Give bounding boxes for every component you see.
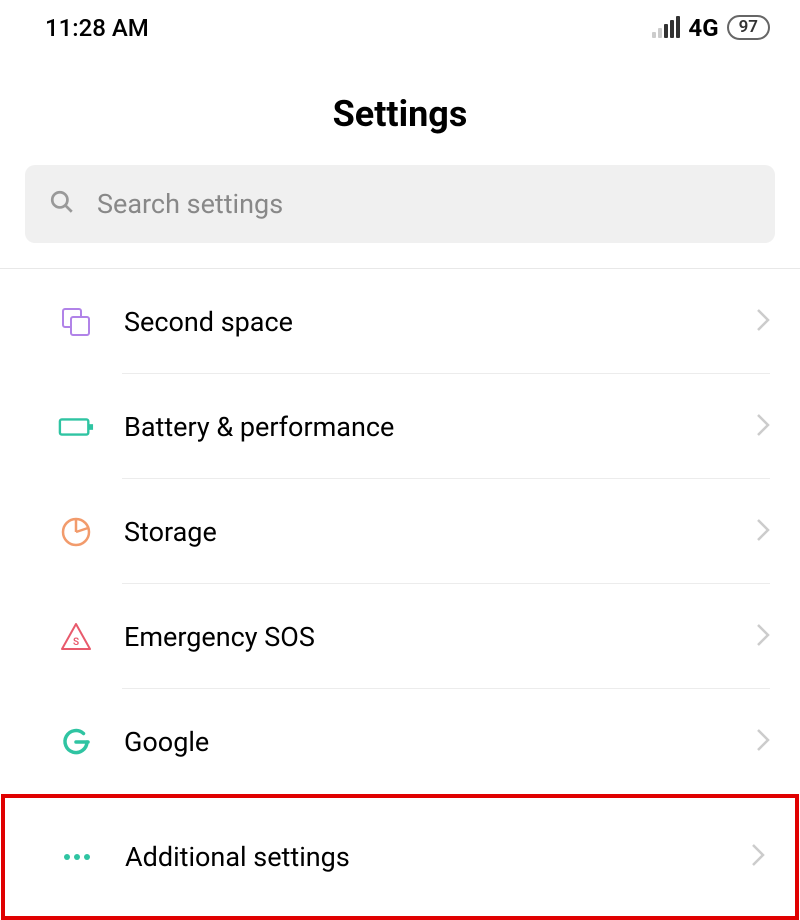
settings-item-additional[interactable]: Additional settings — [5, 798, 795, 916]
chevron-right-icon — [756, 308, 770, 336]
more-icon — [59, 839, 95, 875]
svg-text:S: S — [73, 637, 79, 648]
page-title: Settings — [0, 55, 800, 165]
network-type: 4G — [688, 14, 718, 42]
second-space-icon — [58, 304, 94, 340]
signal-icon — [652, 18, 680, 38]
chevron-right-icon — [756, 728, 770, 756]
settings-item-emergency-sos[interactable]: S Emergency SOS — [0, 584, 800, 689]
settings-item-second-space[interactable]: Second space — [0, 269, 800, 374]
settings-item-label: Additional settings — [125, 841, 751, 873]
settings-item-label: Second space — [124, 306, 756, 338]
search-input[interactable]: Search settings — [25, 165, 775, 243]
status-indicators: 4G 97 — [652, 14, 770, 42]
google-icon — [58, 724, 94, 760]
settings-item-storage[interactable]: Storage — [0, 479, 800, 584]
chevron-right-icon — [751, 843, 765, 871]
settings-item-battery[interactable]: Battery & performance — [0, 374, 800, 479]
search-container: Search settings — [0, 165, 800, 268]
emergency-sos-icon: S — [58, 619, 94, 655]
settings-item-label: Storage — [124, 516, 756, 548]
battery-icon — [58, 409, 94, 445]
search-icon — [49, 189, 75, 219]
search-placeholder: Search settings — [97, 188, 283, 220]
status-bar: 11:28 AM 4G 97 — [0, 0, 800, 55]
chevron-right-icon — [756, 518, 770, 546]
settings-item-label: Emergency SOS — [124, 621, 756, 653]
chevron-right-icon — [756, 623, 770, 651]
status-time: 11:28 AM — [45, 14, 149, 42]
storage-icon — [58, 514, 94, 550]
chevron-right-icon — [756, 413, 770, 441]
battery-indicator: 97 — [727, 15, 770, 40]
highlight-box: Additional settings — [1, 794, 799, 920]
settings-item-label: Google — [124, 726, 756, 758]
settings-item-google[interactable]: Google — [0, 689, 800, 794]
settings-item-label: Battery & performance — [124, 411, 756, 443]
